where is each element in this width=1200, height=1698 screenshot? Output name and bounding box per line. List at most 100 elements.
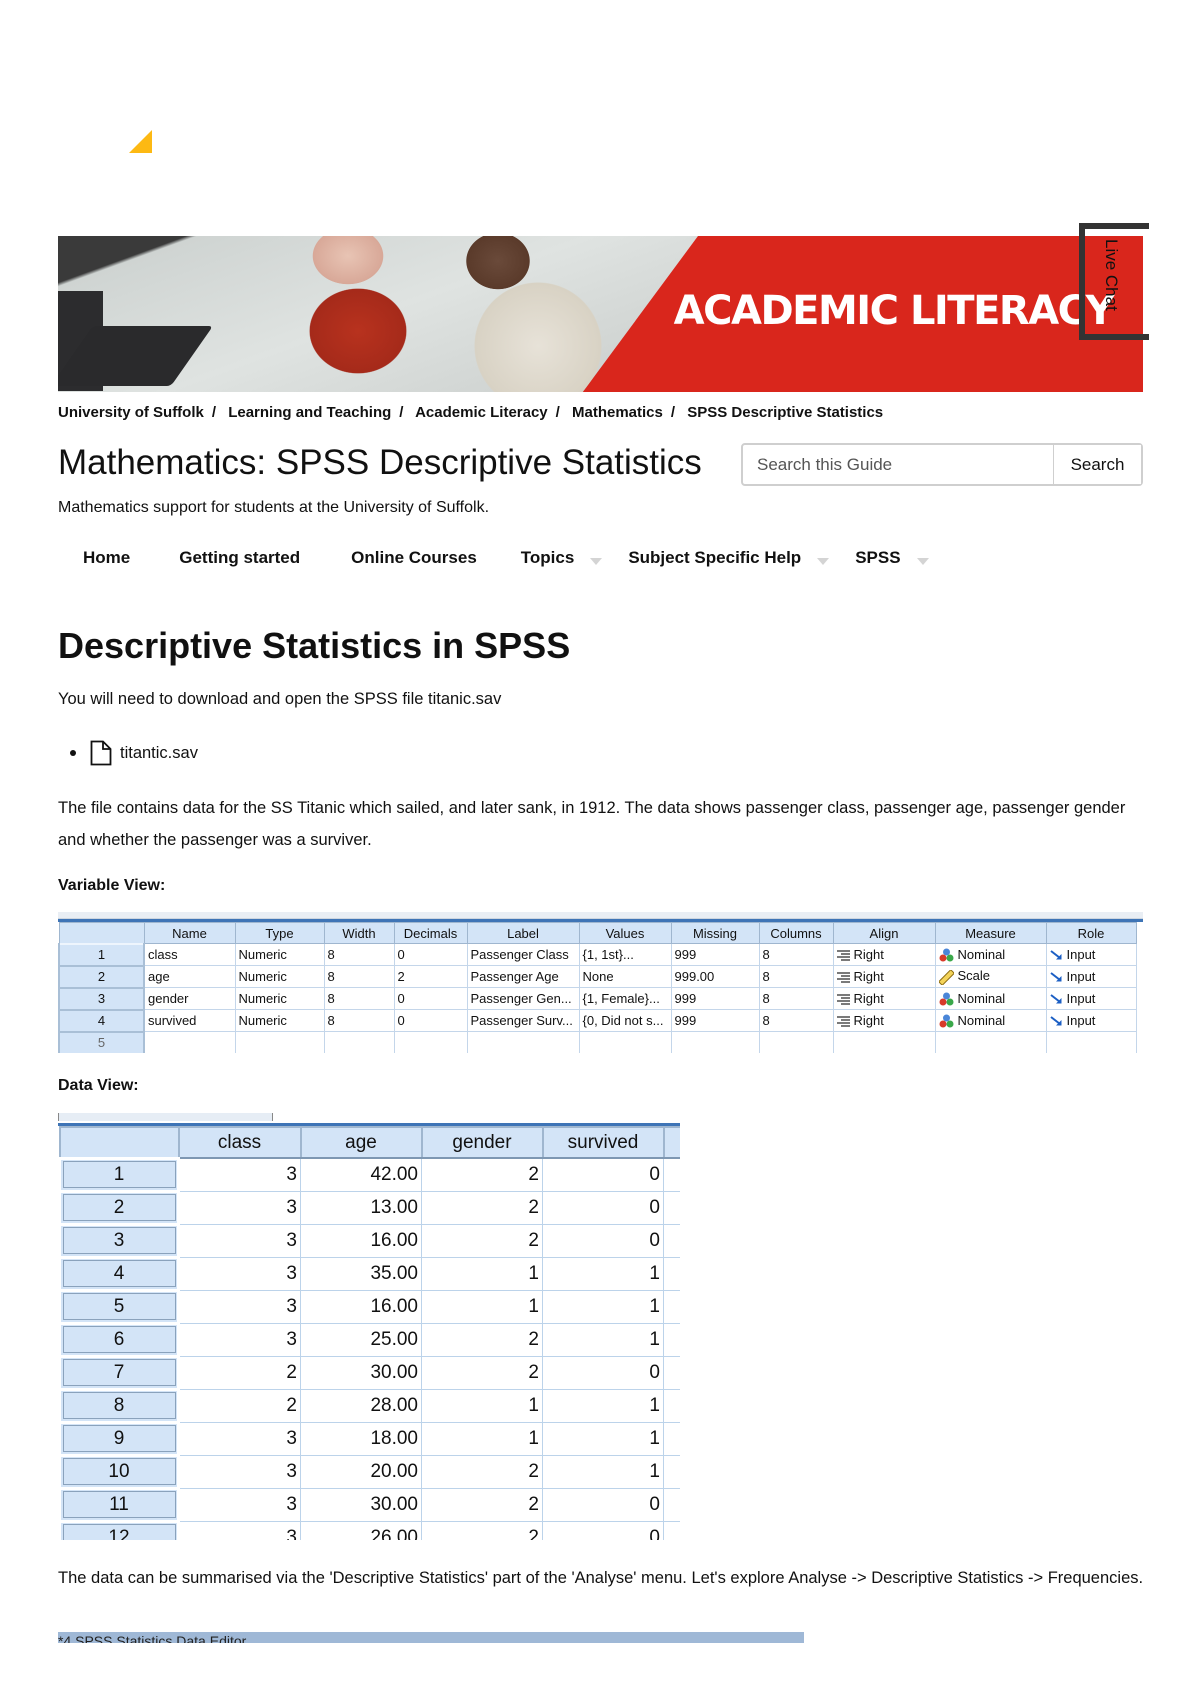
cell-class[interactable]: 3 [178,1322,301,1357]
cell-gender[interactable]: 2 [421,1355,543,1390]
cell-type[interactable]: Numeric [234,1009,325,1032]
cell-age[interactable]: 13.00 [300,1190,422,1225]
cell-name[interactable]: gender [143,987,236,1010]
cell-empty[interactable] [663,1520,680,1540]
cell-values[interactable]: {1, 1st}... [578,943,672,966]
row-number[interactable]: 1 [58,1156,180,1193]
cell-class[interactable]: 3 [178,1256,301,1291]
cell-missing[interactable]: 999 [670,987,760,1010]
cell-survived[interactable]: 1 [542,1256,664,1291]
cell-survived[interactable]: 1 [542,1388,664,1423]
cell-width[interactable]: 8 [323,943,395,966]
cell-empty[interactable] [1045,1031,1137,1053]
cell-values[interactable]: {0, Did not s... [578,1009,672,1032]
cell-age[interactable]: 16.00 [300,1223,422,1258]
cell-empty[interactable] [143,1031,236,1053]
cell-gender[interactable]: 2 [421,1322,543,1357]
cell-empty[interactable] [663,1322,680,1357]
cell-empty[interactable] [663,1355,680,1390]
cell-gender[interactable]: 1 [421,1289,543,1324]
cell-empty[interactable] [832,1031,936,1053]
cell-decimals[interactable]: 0 [393,987,468,1010]
cell-survived[interactable]: 1 [542,1454,664,1489]
cell-role[interactable]: Input [1045,965,1137,988]
cell-label[interactable]: Passenger Class [466,943,580,966]
cell-empty[interactable] [663,1256,680,1291]
breadcrumb-learning-teaching[interactable]: Learning and Teaching [228,404,391,421]
cell-role[interactable]: Input [1045,943,1137,966]
cell-gender[interactable]: 2 [421,1157,543,1192]
column-header[interactable]: Measure [934,922,1047,944]
cell-role[interactable]: Input [1045,987,1137,1010]
cell-columns[interactable]: 8 [758,987,834,1010]
cell-values[interactable]: {1, Female}... [578,987,672,1010]
cell-name[interactable]: survived [143,1009,236,1032]
search-input[interactable] [743,445,1053,484]
column-header[interactable]: Role [1045,922,1137,944]
cell-survived[interactable]: 0 [542,1157,664,1192]
cell-survived[interactable]: 0 [542,1520,664,1540]
cell-values[interactable]: None [578,965,672,988]
cell-label[interactable]: Passenger Age [466,965,580,988]
row-number[interactable]: 1 [58,942,145,967]
cell-columns[interactable]: 8 [758,943,834,966]
cell-age[interactable]: 30.00 [300,1355,422,1390]
cell-empty[interactable] [670,1031,760,1053]
cell-empty[interactable] [234,1031,325,1053]
cell-missing[interactable]: 999.00 [670,965,760,988]
cell-age[interactable]: 16.00 [300,1289,422,1324]
cell-columns[interactable]: 8 [758,965,834,988]
cell-role[interactable]: Input [1045,1009,1137,1032]
cell-measure[interactable]: Nominal [934,987,1047,1010]
cell-age[interactable]: 42.00 [300,1157,422,1192]
cell-gender[interactable]: 2 [421,1520,543,1540]
cell-age[interactable]: 30.00 [300,1487,422,1522]
cell-age[interactable]: 18.00 [300,1421,422,1456]
cell-type[interactable]: Numeric [234,965,325,988]
cell-gender[interactable]: 2 [421,1223,543,1258]
cell-survived[interactable]: 1 [542,1322,664,1357]
cell-class[interactable]: 3 [178,1454,301,1489]
column-header[interactable]: class [177,1126,302,1159]
row-number[interactable]: 7 [58,1354,180,1391]
cell-class[interactable]: 3 [178,1289,301,1324]
cell-gender[interactable]: 1 [421,1256,543,1291]
cell-empty[interactable] [663,1190,680,1225]
column-header[interactable]: gender [420,1126,544,1159]
nav-online-courses[interactable]: Online Courses [351,548,477,568]
row-number[interactable]: 2 [58,964,145,989]
column-header[interactable]: Columns [758,922,834,944]
cell-survived[interactable]: 0 [542,1487,664,1522]
cell-type[interactable]: Numeric [234,943,325,966]
cell-align[interactable]: Right [832,965,936,988]
cell-decimals[interactable]: 2 [393,965,468,988]
cell-empty[interactable] [393,1031,468,1053]
nav-home[interactable]: Home [83,548,130,568]
column-header-empty[interactable] [662,1126,680,1159]
row-number[interactable]: 12 [58,1519,180,1540]
cell-empty[interactable] [663,1157,680,1192]
nav-subject-specific-help[interactable]: Subject Specific Help [628,548,830,568]
cell-align[interactable]: Right [832,1009,936,1032]
cell-empty[interactable] [934,1031,1047,1053]
row-number[interactable]: 10 [58,1453,180,1490]
cell-measure[interactable]: Scale [934,965,1047,988]
breadcrumb-mathematics[interactable]: Mathematics [572,404,663,421]
cell-empty[interactable] [663,1487,680,1522]
column-header[interactable]: Type [234,922,325,944]
cell-type[interactable]: Numeric [234,987,325,1010]
cell-empty[interactable] [663,1223,680,1258]
live-chat-button[interactable]: Live Chat [1079,223,1149,340]
column-header[interactable]: Decimals [393,922,468,944]
nav-topics[interactable]: Topics [521,548,603,568]
cell-width[interactable]: 8 [323,965,395,988]
cell-align[interactable]: Right [832,943,936,966]
column-header[interactable]: survived [541,1126,665,1159]
cell-label[interactable]: Passenger Surv... [466,1009,580,1032]
breadcrumb-university[interactable]: University of Suffolk [58,404,204,421]
cell-empty[interactable] [663,1289,680,1324]
row-number[interactable]: 6 [58,1321,180,1358]
cell-gender[interactable]: 1 [421,1421,543,1456]
cell-age[interactable]: 20.00 [300,1454,422,1489]
cell-missing[interactable]: 999 [670,1009,760,1032]
